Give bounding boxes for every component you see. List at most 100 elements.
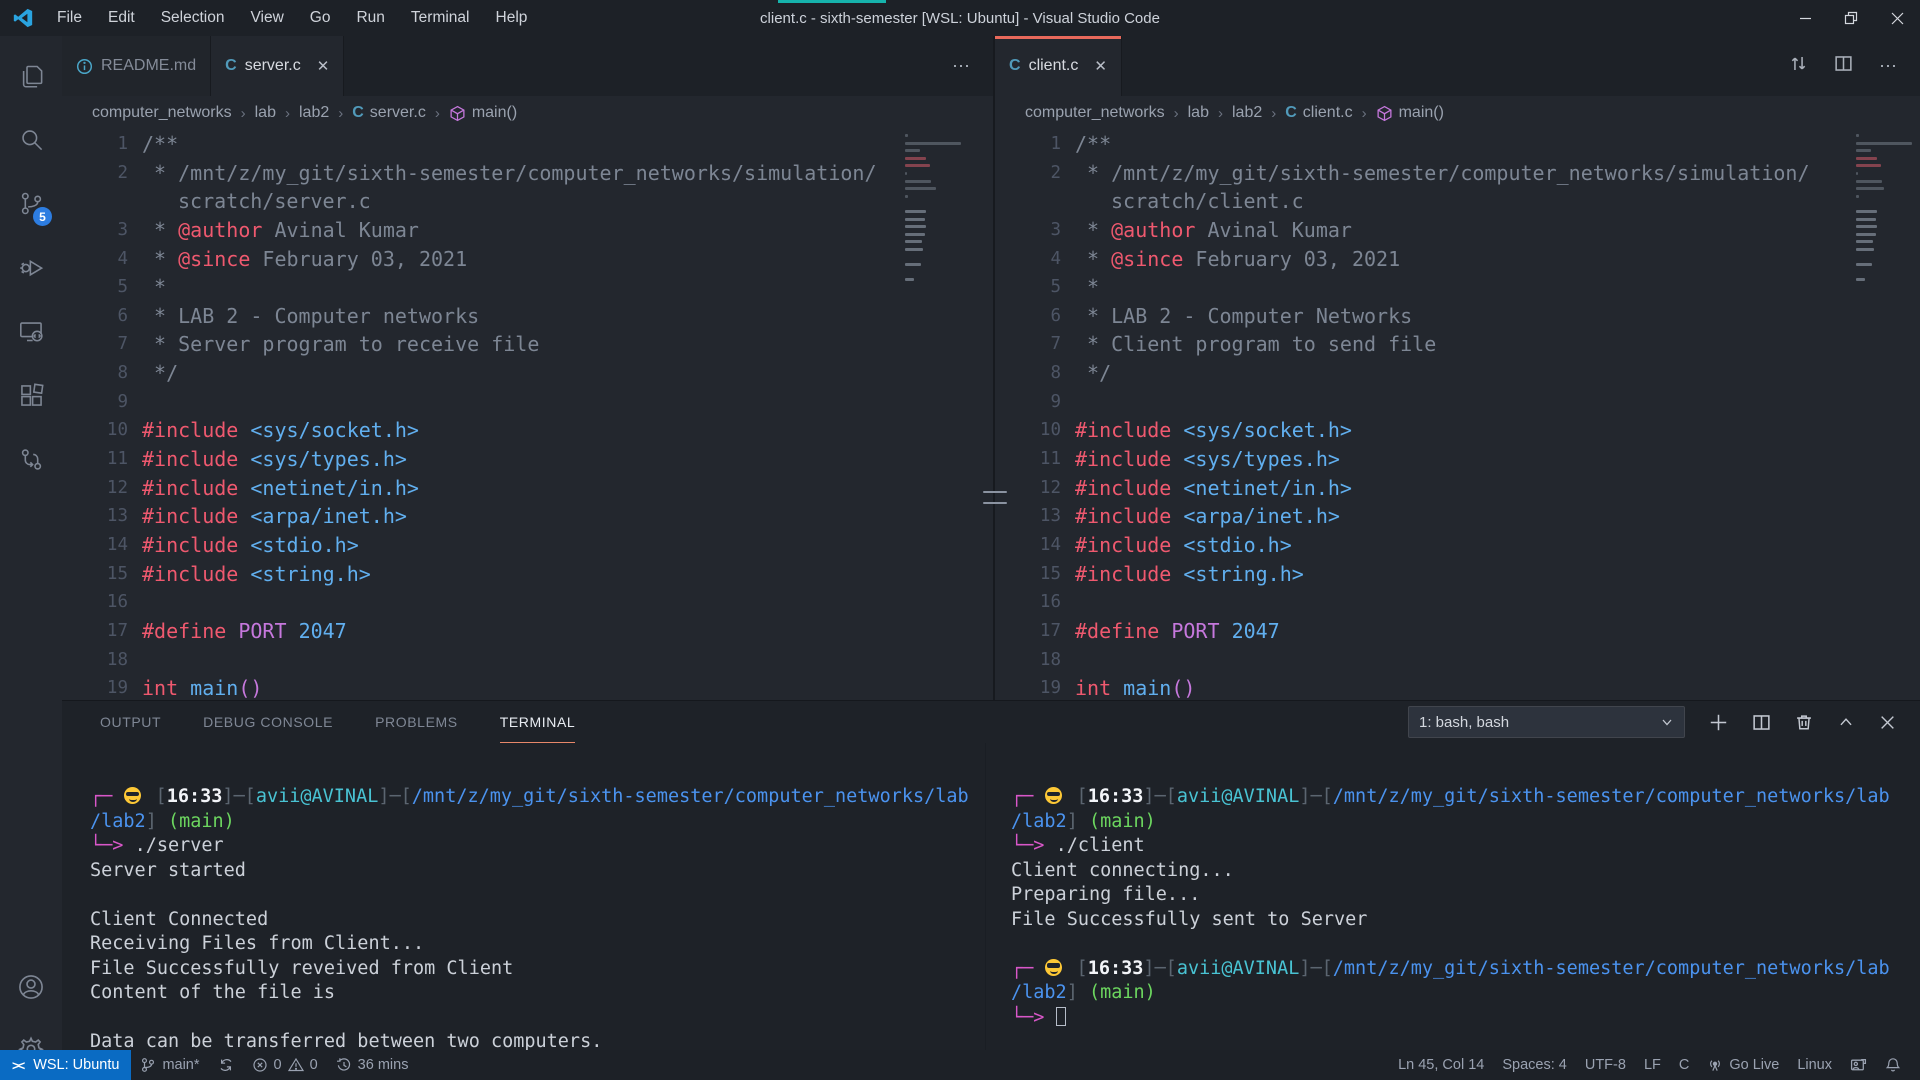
line-number[interactable]: 1 — [995, 130, 1061, 159]
line-number[interactable]: 16 — [995, 588, 1061, 617]
line-number[interactable]: 3 — [995, 216, 1061, 245]
line-number[interactable]: 6 — [995, 302, 1061, 331]
code-line[interactable]: 9 — [62, 388, 993, 417]
code-line[interactable]: 13#include <arpa/inet.h> — [62, 502, 993, 531]
breadcrumb-item[interactable]: lab — [1188, 104, 1209, 122]
line-number[interactable]: 4 — [62, 245, 128, 274]
tab-client-c[interactable]: C client.c ✕ — [995, 36, 1122, 96]
line-number[interactable]: 7 — [62, 330, 128, 359]
code-editor-client[interactable]: 1/**2 * /mnt/z/my_git/sixth-semester/com… — [995, 130, 1920, 700]
line-number[interactable]: 2 — [62, 159, 128, 188]
accounts-icon[interactable] — [0, 962, 62, 1012]
breadcrumb-item[interactable]: lab2 — [299, 104, 329, 122]
terminal-pane-client[interactable]: ┌─ [16:33]─[avii@AVINAL]─[/mnt/z/my_git/… — [985, 743, 1920, 1050]
code-line[interactable]: 6 * LAB 2 - Computer Networks — [995, 302, 1920, 331]
line-number[interactable] — [995, 187, 1061, 216]
time-tracker-item[interactable]: 36 mins — [327, 1050, 418, 1080]
remote-explorer-icon[interactable] — [0, 306, 62, 356]
line-number[interactable]: 7 — [995, 330, 1061, 359]
menu-run[interactable]: Run — [343, 0, 397, 36]
code-line[interactable]: 18 — [62, 646, 993, 675]
code-line[interactable]: 15#include <string.h> — [62, 560, 993, 589]
code-line[interactable]: 2 * /mnt/z/my_git/sixth-semester/compute… — [995, 159, 1920, 188]
code-line[interactable]: 10#include <sys/socket.h> — [62, 416, 993, 445]
search-icon[interactable] — [0, 114, 62, 164]
code-line[interactable]: 14#include <stdio.h> — [995, 531, 1920, 560]
close-tab-icon[interactable]: ✕ — [1094, 57, 1107, 75]
restore-button[interactable] — [1828, 0, 1874, 36]
line-number[interactable]: 15 — [62, 560, 128, 589]
code-line[interactable]: 3 * @author Avinal Kumar — [62, 216, 993, 245]
line-number[interactable]: 19 — [995, 674, 1061, 700]
code-line[interactable]: 1/** — [62, 130, 993, 159]
line-number[interactable]: 15 — [995, 560, 1061, 589]
breadcrumb-item[interactable]: main() — [1399, 104, 1444, 122]
line-number[interactable]: 17 — [62, 617, 128, 646]
code-line[interactable]: 14#include <stdio.h> — [62, 531, 993, 560]
code-line[interactable]: scratch/server.c — [62, 187, 993, 216]
indentation-item[interactable]: Spaces: 4 — [1493, 1050, 1576, 1080]
code-line[interactable]: 17#define PORT 2047 — [995, 617, 1920, 646]
code-line[interactable]: 4 * @since February 03, 2021 — [62, 245, 993, 274]
source-control-icon[interactable]: 5 — [0, 178, 62, 228]
sync-item[interactable] — [209, 1050, 243, 1080]
maximize-panel-icon[interactable] — [1837, 713, 1855, 731]
breadcrumb-item[interactable]: lab — [255, 104, 276, 122]
code-line[interactable]: 16 — [62, 588, 993, 617]
line-number[interactable]: 18 — [62, 646, 128, 675]
git-compare-icon[interactable] — [0, 434, 62, 484]
breadcrumb-left[interactable]: computer_networks›lab›lab2›Cserver.c›mai… — [62, 96, 993, 130]
code-line[interactable]: 8 */ — [62, 359, 993, 388]
line-number[interactable]: 9 — [995, 388, 1061, 417]
code-line[interactable]: 19int main() — [995, 674, 1920, 700]
line-number[interactable]: 3 — [62, 216, 128, 245]
panel-tab-problems[interactable]: PROBLEMS — [375, 701, 458, 743]
line-number[interactable]: 16 — [62, 588, 128, 617]
git-branch-item[interactable]: main* — [131, 1050, 208, 1080]
split-terminal-icon[interactable] — [1752, 713, 1771, 732]
code-line[interactable]: 12#include <netinet/in.h> — [62, 474, 993, 503]
remote-os-item[interactable]: Linux — [1788, 1050, 1841, 1080]
line-number[interactable]: 19 — [62, 674, 128, 700]
code-editor-server[interactable]: 1/**2 * /mnt/z/my_git/sixth-semester/com… — [62, 130, 993, 700]
line-number[interactable]: 13 — [62, 502, 128, 531]
code-line[interactable]: 8 */ — [995, 359, 1920, 388]
line-number[interactable]: 10 — [995, 416, 1061, 445]
close-window-button[interactable] — [1874, 0, 1920, 36]
notifications-item[interactable] — [1876, 1050, 1910, 1080]
line-number[interactable]: 11 — [62, 445, 128, 474]
code-line[interactable]: 16 — [995, 588, 1920, 617]
line-number[interactable]: 18 — [995, 646, 1061, 675]
close-panel-icon[interactable] — [1879, 714, 1896, 731]
breadcrumb-item[interactable]: client.c — [1303, 104, 1353, 122]
code-line[interactable]: 5 * — [62, 273, 993, 302]
menu-help[interactable]: Help — [483, 0, 541, 36]
line-number[interactable]: 9 — [62, 388, 128, 417]
code-line[interactable]: 3 * @author Avinal Kumar — [995, 216, 1920, 245]
code-line[interactable]: 5 * — [995, 273, 1920, 302]
encoding-item[interactable]: UTF-8 — [1576, 1050, 1635, 1080]
language-mode-item[interactable]: C — [1670, 1050, 1698, 1080]
code-line[interactable]: 4 * @since February 03, 2021 — [995, 245, 1920, 274]
menu-selection[interactable]: Selection — [148, 0, 238, 36]
eol-item[interactable]: LF — [1635, 1050, 1670, 1080]
code-line[interactable]: 11#include <sys/types.h> — [62, 445, 993, 474]
line-number[interactable]: 2 — [995, 159, 1061, 188]
panel-tab-debug-console[interactable]: DEBUG CONSOLE — [203, 701, 333, 743]
line-number[interactable]: 4 — [995, 245, 1061, 274]
code-line[interactable]: 9 — [995, 388, 1920, 417]
code-line[interactable]: 12#include <netinet/in.h> — [995, 474, 1920, 503]
kill-terminal-icon[interactable] — [1795, 713, 1813, 731]
code-line[interactable]: 18 — [995, 646, 1920, 675]
explorer-icon[interactable] — [0, 50, 62, 100]
menu-file[interactable]: File — [44, 0, 95, 36]
line-number[interactable]: 10 — [62, 416, 128, 445]
breadcrumb-item[interactable]: computer_networks — [1025, 104, 1165, 122]
breadcrumb-item[interactable]: main() — [472, 104, 517, 122]
code-line[interactable]: 10#include <sys/socket.h> — [995, 416, 1920, 445]
code-line[interactable]: 2 * /mnt/z/my_git/sixth-semester/compute… — [62, 159, 993, 188]
line-number[interactable]: 11 — [995, 445, 1061, 474]
code-line[interactable]: 7 * Server program to receive file — [62, 330, 993, 359]
breadcrumb-item[interactable]: lab2 — [1232, 104, 1262, 122]
open-changes-icon[interactable] — [1789, 54, 1808, 78]
